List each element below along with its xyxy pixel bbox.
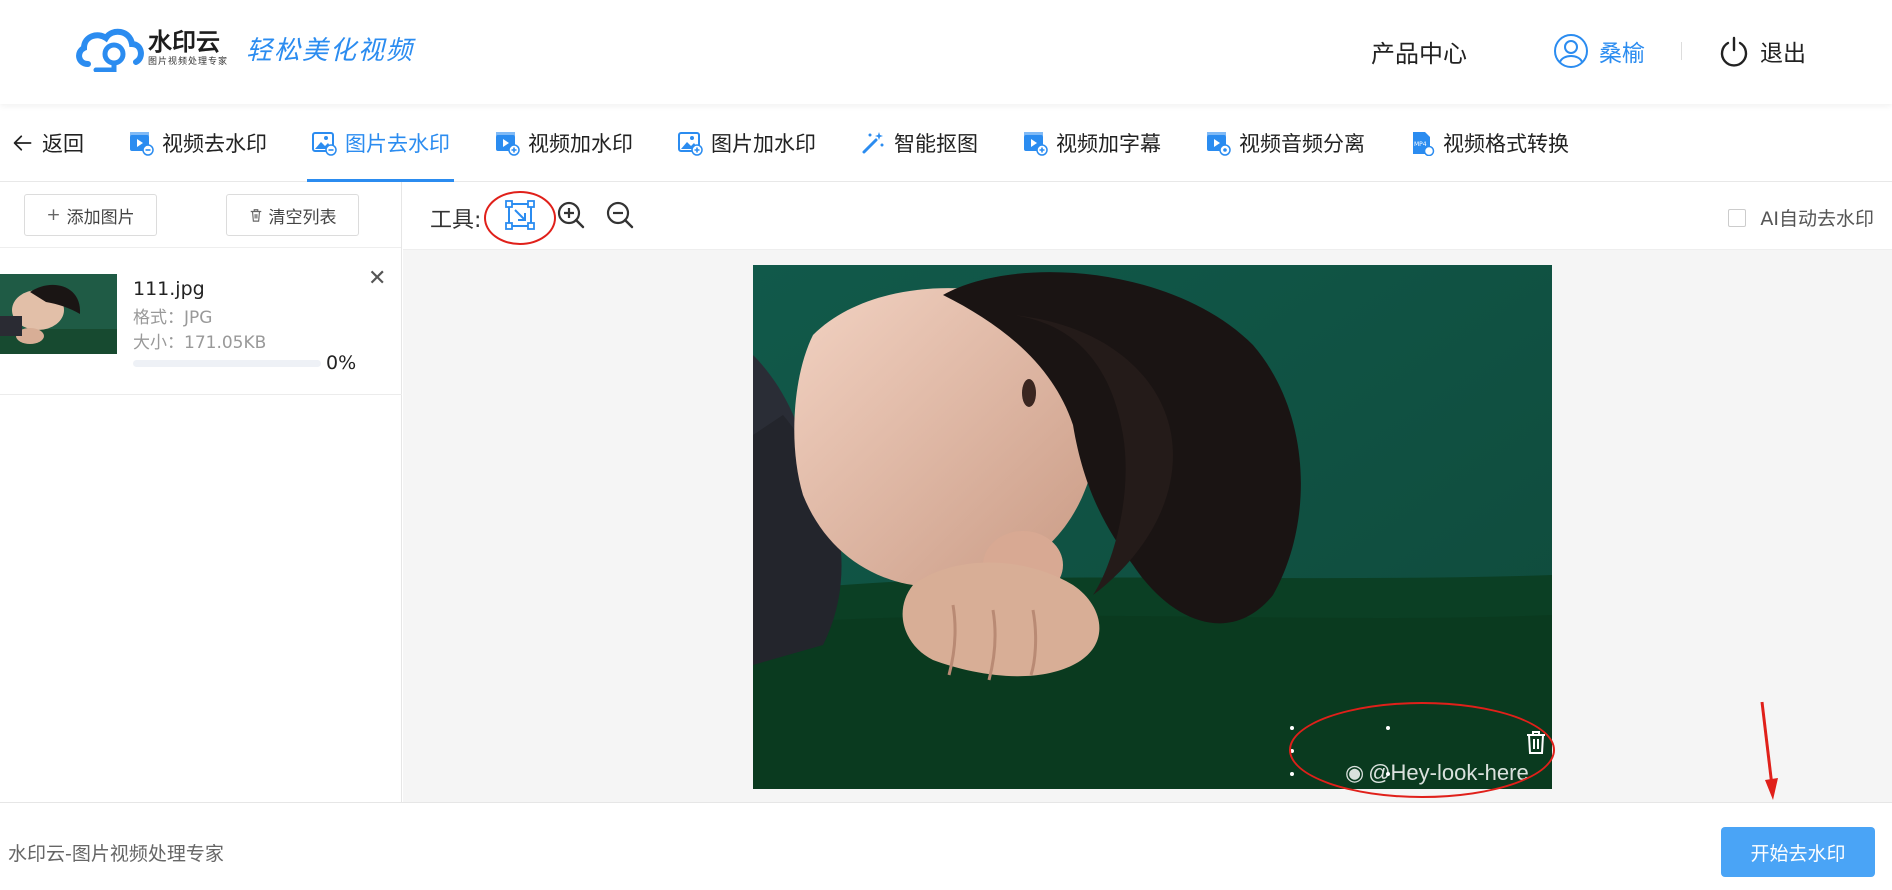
tab-video-audio-split[interactable]: 视频音频分离: [1205, 104, 1365, 182]
svg-text:MP4: MP4: [1414, 141, 1427, 148]
file-list-item[interactable]: 111.jpg 格式：JPG 大小：171.05KB 0% ✕: [0, 182, 402, 395]
tab-video-add-watermark[interactable]: 视频加水印: [494, 104, 633, 182]
magic-wand-icon: [862, 131, 884, 153]
ai-auto-remove-label: AI自动去水印: [1760, 208, 1874, 230]
editor-toolbar: 工具: AI自动去水印: [403, 182, 1892, 250]
upload-progress-bar: [133, 360, 321, 367]
logo-subtitle: 图片视频处理专家: [148, 57, 229, 67]
video-subtitle-icon: [1024, 131, 1048, 156]
image-remove-watermark-icon: [312, 131, 337, 156]
file-size: 大小：171.05KB: [133, 333, 267, 353]
footer-bar: 水印云-图片视频处理专家 开始去水印: [0, 802, 1892, 890]
zoom-out-icon[interactable]: [602, 197, 638, 233]
tab-label: 视频格式转换: [1443, 131, 1569, 156]
file-format: 格式：JPG: [133, 308, 213, 328]
tools-label: 工具:: [430, 208, 482, 233]
upload-progress-text: 0%: [326, 352, 357, 374]
annotation-circle-watermark: [1289, 702, 1555, 798]
username: 桑榆: [1599, 41, 1645, 67]
tab-video-subtitle[interactable]: 视频加字幕: [1022, 104, 1161, 182]
close-icon[interactable]: ✕: [368, 266, 386, 291]
tab-smart-cutout[interactable]: 智能抠图: [860, 104, 978, 182]
header-divider: [1681, 42, 1682, 60]
file-name: 111.jpg: [133, 278, 205, 300]
file-item-divider: [0, 394, 402, 395]
tab-label: 视频加水印: [528, 131, 633, 156]
mp4-convert-icon: MP4: [1413, 131, 1435, 156]
tab-label: 视频音频分离: [1239, 131, 1365, 156]
annotation-circle-tool: [484, 191, 556, 245]
ai-auto-remove-checkbox[interactable]: AI自动去水印: [1728, 204, 1874, 231]
arrow-left-icon: [13, 134, 32, 151]
editor-area: 工具: AI自动去水印 ◉ @Hey-look-here: [403, 182, 1892, 802]
cloud-logo-icon: [76, 28, 144, 72]
product-center-link[interactable]: 产品中心: [1371, 34, 1467, 69]
image-add-watermark-icon: [678, 131, 703, 156]
back-button[interactable]: 返回: [12, 104, 84, 182]
tab-image-add-watermark[interactable]: 图片加水印: [677, 104, 816, 182]
selection-handle[interactable]: [1290, 726, 1294, 730]
tab-image-remove-watermark[interactable]: 图片去水印: [307, 104, 454, 182]
logo-slogan: 轻松美化视频: [246, 35, 415, 66]
file-thumbnail: [0, 274, 117, 354]
app-header: 水印云 图片视频处理专家 轻松美化视频 产品中心 桑榆 退出: [0, 0, 1892, 104]
logo[interactable]: 水印云 图片视频处理专家 轻松美化视频: [74, 24, 414, 72]
user-avatar-icon: [1554, 34, 1588, 68]
back-label: 返回: [42, 131, 84, 156]
footer-brand-text: 水印云-图片视频处理专家: [8, 843, 224, 865]
video-remove-watermark-icon: [130, 131, 154, 156]
tab-label: 图片加水印: [711, 131, 816, 156]
power-icon: [1720, 36, 1748, 67]
user-menu[interactable]: 桑榆: [1553, 33, 1645, 69]
tab-video-remove-watermark[interactable]: 视频去水印: [128, 104, 267, 182]
logo-name: 水印云: [148, 28, 220, 56]
tab-label: 视频加字幕: [1056, 131, 1161, 156]
tool-nav: 返回 视频去水印 图片去水印 视频加水印 图片加水印 智能抠图 视频加字幕 视频…: [0, 104, 1892, 182]
logout-label: 退出: [1760, 41, 1806, 67]
video-add-watermark-icon: [496, 131, 520, 156]
selection-handle[interactable]: [1290, 772, 1294, 776]
video-audio-split-icon: [1207, 131, 1231, 156]
tab-video-format-convert[interactable]: MP4 视频格式转换: [1409, 104, 1569, 182]
logout-button[interactable]: 退出: [1718, 34, 1806, 68]
zoom-in-icon[interactable]: [553, 197, 589, 233]
tab-label: 图片去水印: [345, 131, 450, 156]
start-remove-watermark-button[interactable]: 开始去水印: [1721, 827, 1875, 877]
tab-label: 智能抠图: [894, 131, 978, 156]
tab-label: 视频去水印: [162, 131, 267, 156]
annotation-arrow-icon: [1760, 701, 1778, 800]
start-button-label: 开始去水印: [1750, 842, 1846, 865]
checkbox-box: [1728, 208, 1747, 227]
